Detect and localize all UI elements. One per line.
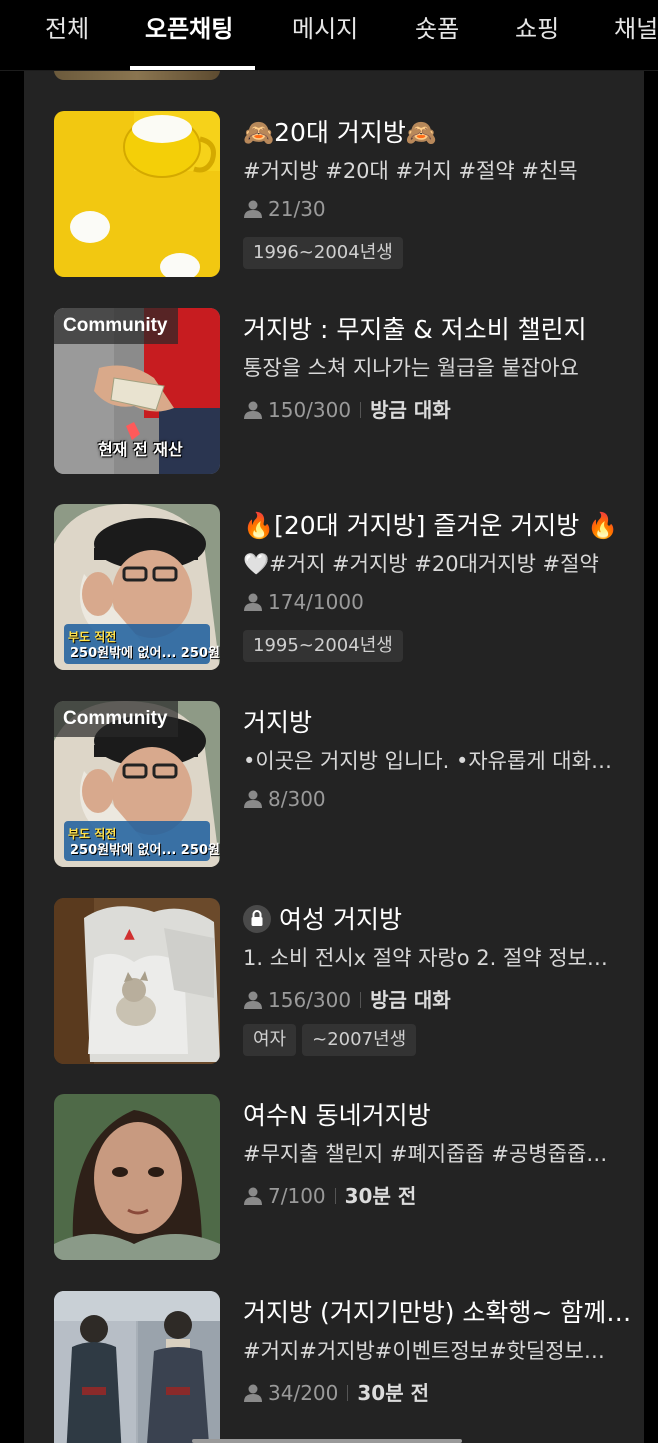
scroll-indicator (192, 1439, 462, 1443)
room-thumbnail: 부도 직전 250원밖에 없어... 250원 (54, 504, 220, 670)
tab-channel[interactable]: 채널 (614, 0, 658, 70)
room-thumbnail (54, 1291, 220, 1443)
member-count: 7/100 (268, 1184, 326, 1208)
room-tag: 1995~2004년생 (243, 630, 403, 662)
room-meta: 156/300 방금 대화 (243, 984, 451, 1012)
room-meta: 34/200 30분 전 (243, 1377, 429, 1405)
room-list-item[interactable]: Community 부도 직전 250원밖에 없어... 250원 거지방 •이… (24, 701, 644, 871)
room-description: 🤍#거지 #거지방 #20대거지방 #절약 (243, 552, 599, 576)
room-description: #거지#거지방#이벤트정보#핫딜정보#절약 (243, 1339, 613, 1363)
room-meta: 174/1000 (243, 590, 364, 618)
two-beggars-photo-icon (54, 1291, 220, 1443)
tab-shortform[interactable]: 숏폼 (415, 0, 459, 70)
room-description: #거지방 #20대 #거지 #절약 #친목 (243, 159, 578, 183)
room-list-item[interactable]: 부도 직전 250원밖에 없어... 250원 🔥[20대 거지방] 즐거운 거… (24, 504, 644, 674)
tab-openchat[interactable]: 오픈채팅 (145, 0, 233, 70)
meta-divider (334, 1188, 336, 1204)
community-badge: Community (54, 701, 178, 737)
tab-all[interactable]: 전체 (45, 0, 89, 70)
room-tag: ~2007년생 (302, 1024, 417, 1056)
yellow-mug-eggs-photo-icon (54, 111, 220, 277)
room-list-item[interactable]: 여수N 동네거지방 #무지출 챌린지 #폐지줍줍 #공병줍줍 #절약 7/100… (24, 1094, 644, 1264)
person-icon (244, 991, 262, 1009)
person-icon (244, 1384, 262, 1402)
member-count: 34/200 (268, 1381, 339, 1405)
person-icon (244, 790, 262, 808)
activity-status: 방금 대화 (370, 988, 451, 1012)
meta-divider (347, 1385, 349, 1401)
room-tags: 여자 ~2007년생 (243, 1024, 422, 1058)
activity-status: 30분 전 (344, 1184, 417, 1208)
room-description: 통장을 스쳐 지나가는 월급을 붙잡아요 (243, 356, 579, 380)
openchat-room-list: 🙈20대 거지방🙈 #거지방 #20대 #거지 #절약 #친목 21/30 19… (24, 71, 644, 1443)
tab-shopping[interactable]: 쇼핑 (515, 0, 559, 70)
room-thumbnail: ▲ (54, 898, 220, 1064)
member-count: 21/30 (268, 197, 326, 221)
room-description: •이곳은 거지방 입니다. •자유롭게 대화해요 (243, 749, 613, 773)
room-title: 🙈20대 거지방🙈 (243, 118, 438, 147)
member-count: 174/1000 (268, 590, 364, 614)
member-count: 150/300 (268, 398, 352, 422)
person-icon (244, 200, 262, 218)
meta-divider (360, 992, 362, 1008)
thumbnail-subtitle: 250원밖에 없어... 250원 (70, 646, 220, 661)
lock-icon (243, 905, 271, 933)
member-count: 8/300 (268, 787, 326, 811)
room-title: 여수N 동네거지방 (243, 1101, 431, 1130)
svg-text:▲: ▲ (124, 926, 135, 942)
room-description: #무지출 챌린지 #폐지줍줍 #공병줍줍 #절약 (243, 1142, 613, 1166)
room-list-item[interactable]: 거지방 (거지기만방) 소확행~ 함께해요 #거지#거지방#이벤트정보#핫딜정보… (24, 1291, 644, 1443)
girl-face-photo-icon (54, 1094, 220, 1260)
person-icon (244, 1187, 262, 1205)
room-tag: 여자 (243, 1024, 297, 1056)
room-meta: 21/30 (243, 197, 326, 225)
room-thumbnail: Community 부도 직전 250원밖에 없어... 250원 (54, 701, 220, 867)
active-tab-indicator (130, 66, 255, 70)
room-list-item[interactable]: Community 현재 전 재산 거지방 : 무지출 & 저소비 챌린지 통장… (24, 308, 644, 478)
room-title: 거지방 : 무지출 & 저소비 챌린지 (243, 315, 587, 344)
activity-status: 방금 대화 (370, 398, 451, 422)
community-badge: Community (54, 308, 178, 344)
activity-status: 30분 전 (357, 1381, 429, 1405)
room-title: 여성 거지방 (243, 900, 638, 934)
member-count: 156/300 (268, 988, 352, 1012)
room-tags: 1995~2004년생 (243, 630, 409, 664)
thumbnail-caption: 현재 전 재산 (98, 440, 183, 459)
thumbnail-subtitle: 250원밖에 없어... 250원 (70, 843, 220, 858)
room-list-item[interactable]: 🙈20대 거지방🙈 #거지방 #20대 #거지 #절약 #친목 21/30 19… (24, 111, 644, 281)
room-thumbnail: Community 현재 전 재산 (54, 308, 220, 474)
room-tags: 1996~2004년생 (243, 237, 409, 271)
room-description: 1. 소비 전시x 절약 자랑o 2. 절약 정보 공유 (243, 946, 613, 970)
room-title: 거지방 (거지기만방) 소확행~ 함께해요 (243, 1298, 638, 1327)
room-list-item[interactable]: ▲ 여성 거지방 1. 소비 전시x 절약 자랑o 2. 절약 정보 공유 15… (24, 898, 644, 1068)
room-title: 거지방 (243, 708, 313, 737)
room-title: 🔥[20대 거지방] 즐거운 거지방 🔥 (243, 511, 619, 540)
room-thumbnail (54, 111, 220, 277)
cat-among-bags-photo-icon: ▲ (54, 898, 220, 1064)
room-title-text: 여성 거지방 (279, 905, 402, 934)
room-meta: 8/300 (243, 787, 326, 815)
tab-messages[interactable]: 메시지 (292, 0, 358, 70)
room-tag: 1996~2004년생 (243, 237, 403, 269)
top-tab-bar: 전체 오픈채팅 메시지 숏폼 쇼핑 채널 (0, 0, 658, 71)
person-icon (244, 593, 262, 611)
meta-divider (360, 402, 362, 418)
room-meta: 150/300 방금 대화 (243, 394, 451, 422)
room-thumbnail (54, 1094, 220, 1260)
previous-room-thumbnail[interactable] (54, 71, 220, 80)
person-icon (244, 401, 262, 419)
room-meta: 7/100 30분 전 (243, 1180, 416, 1208)
